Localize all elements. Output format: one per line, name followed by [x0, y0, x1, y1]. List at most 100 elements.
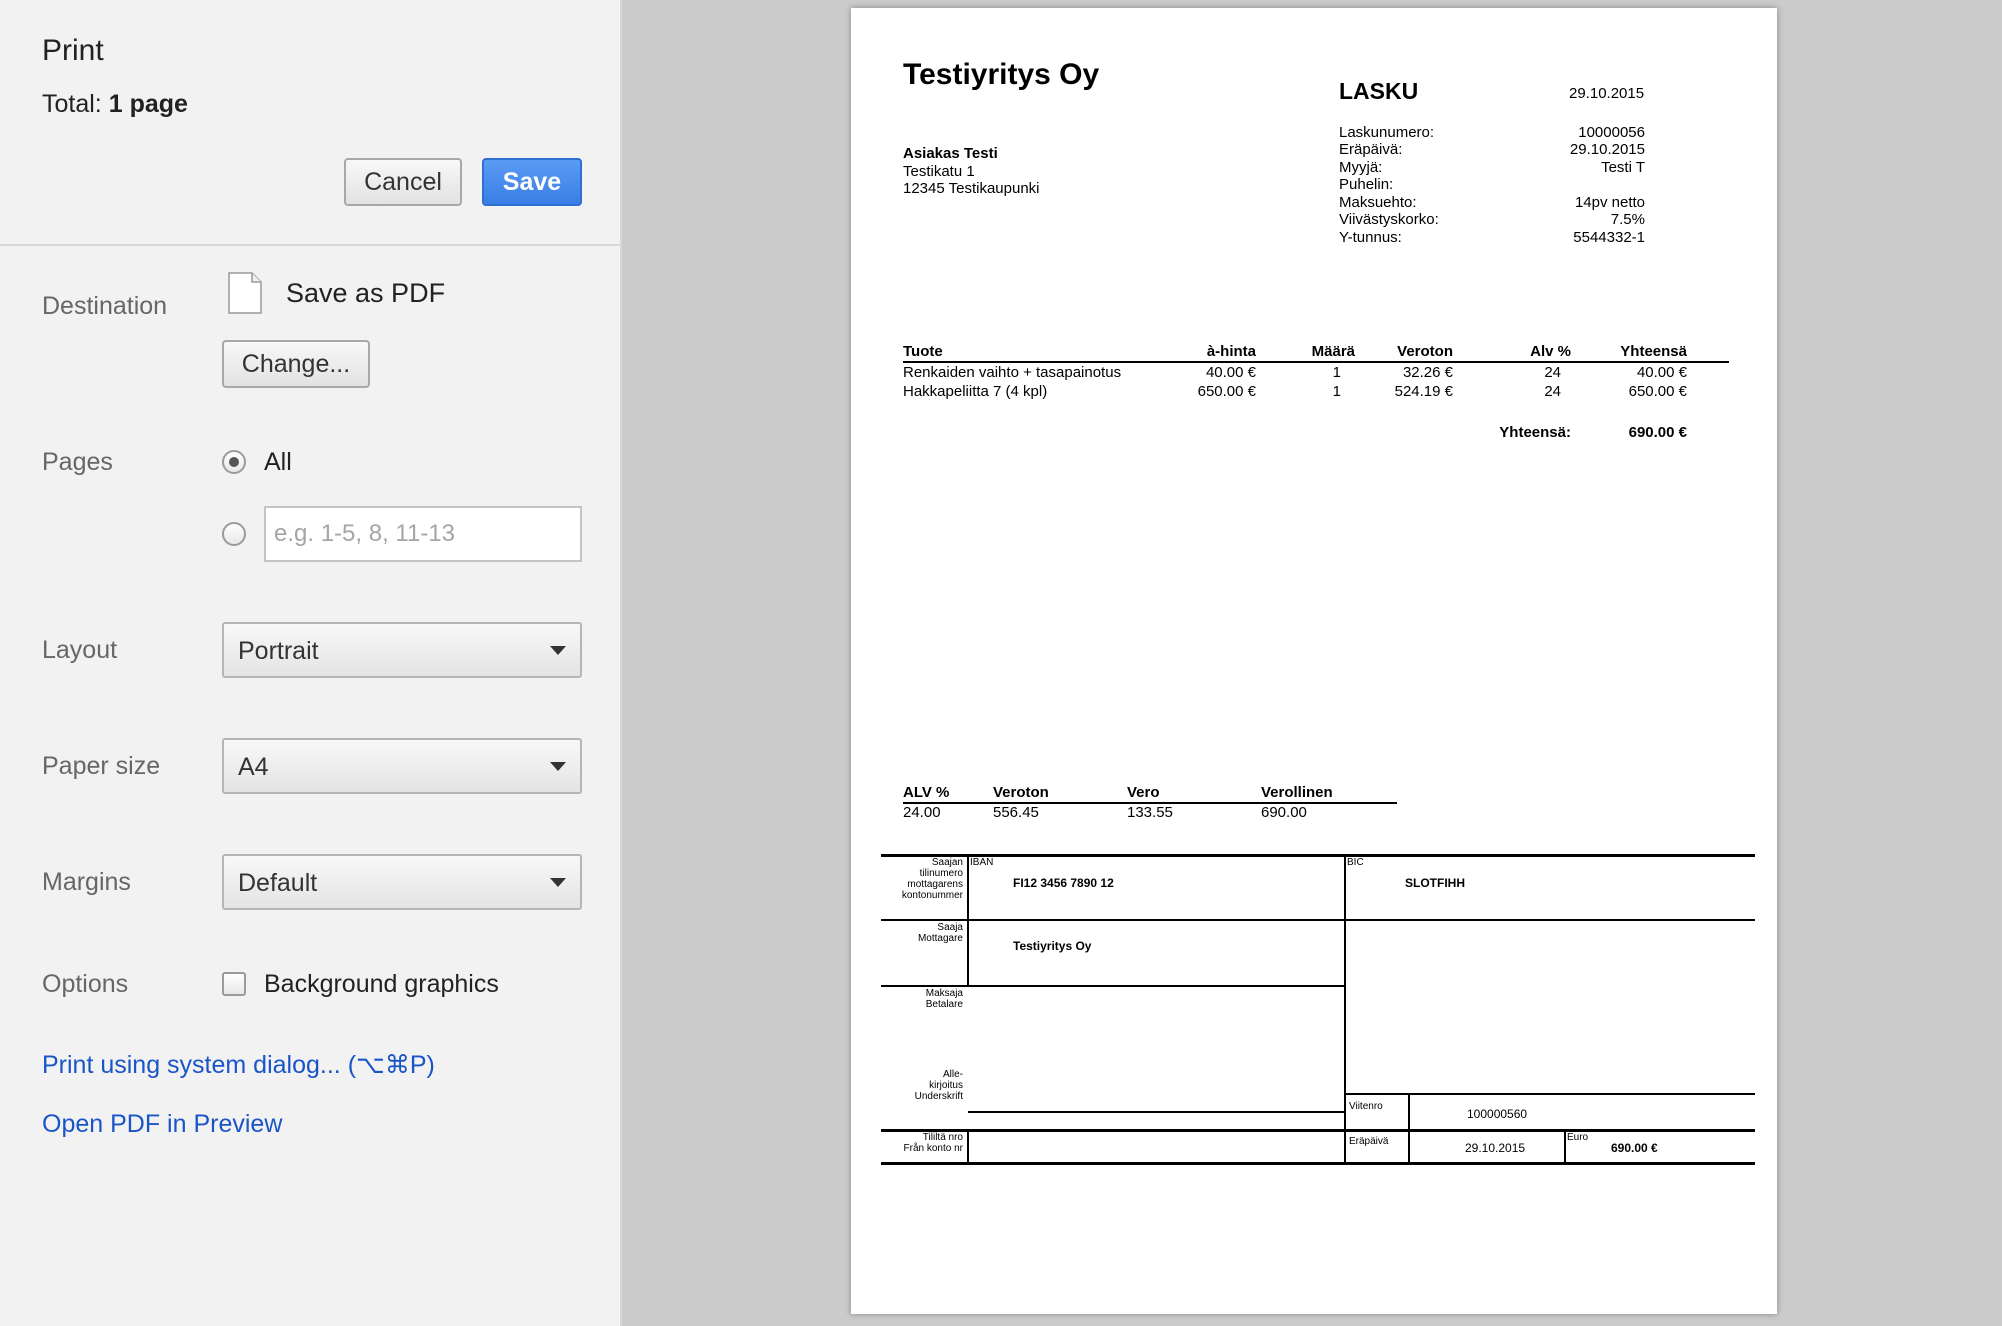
layout-select[interactable]: Portrait: [222, 622, 582, 678]
layout-value: Portrait: [238, 637, 319, 665]
paper-size-label: Paper size: [42, 752, 161, 780]
slip-line: [967, 854, 969, 987]
column-header: à-hinta: [1206, 343, 1256, 360]
pages-all-label[interactable]: All: [264, 448, 292, 477]
slip-label: Saaja: [937, 922, 963, 933]
open-pdf-preview-link[interactable]: Open PDF in Preview: [42, 1110, 282, 1139]
slip-label: kontonummer: [901, 890, 963, 901]
vat-cell: 556.45: [993, 804, 1039, 821]
customer-street: Testikatu 1: [903, 163, 975, 180]
total-value: 1 page: [108, 90, 188, 118]
info-value: 5544332-1: [1573, 229, 1645, 246]
print-header: Print Total: 1 page Cancel Save: [0, 0, 620, 246]
print-title: Print: [42, 34, 104, 67]
vat-column-header: Vero: [1127, 784, 1160, 801]
column-header: Tuote: [903, 343, 943, 360]
column-header: Alv %: [1530, 343, 1571, 360]
info-value: 10000056: [1578, 124, 1645, 141]
slip-label: Maksaja: [925, 988, 963, 999]
table-cell: 650.00 €: [1197, 383, 1256, 400]
slip-line: [1564, 1129, 1566, 1163]
system-dialog-link[interactable]: Print using system dialog... (⌥⌘P): [42, 1050, 435, 1080]
table-cell: 1: [1332, 364, 1341, 381]
table-cell: 24: [1544, 383, 1561, 400]
background-graphics-checkbox[interactable]: [222, 972, 246, 996]
slip-line: [1408, 1093, 1410, 1163]
customer-city: 12345 Testikaupunki: [903, 180, 1040, 197]
margins-label: Margins: [42, 868, 131, 896]
table-cell: Hakkapeliitta 7 (4 kpl): [903, 383, 1048, 400]
invoice-title: LASKU: [1339, 78, 1419, 104]
print-preview-page[interactable]: Testiyritys Oy LASKU 29.10.2015 Asiakas …: [851, 8, 1777, 1314]
slip-label: Alle-: [942, 1069, 963, 1080]
total-pages: Total: 1 page: [42, 90, 188, 119]
column-header: Määrä: [1311, 343, 1355, 360]
slip-line: [1344, 854, 1346, 1163]
pages-range-input[interactable]: [264, 506, 582, 562]
table-cell: 1: [1332, 383, 1341, 400]
slip-label: Från konto nr: [903, 1143, 963, 1154]
info-label: Viivästyskorko:: [1339, 211, 1439, 228]
info-label: Y-tunnus:: [1339, 229, 1402, 246]
info-value: 14pv netto: [1574, 194, 1645, 211]
info-value: 7.5%: [1610, 211, 1645, 228]
table-header-divider: [903, 361, 1729, 363]
info-label: Puhelin:: [1339, 176, 1394, 193]
pages-label: Pages: [42, 448, 113, 476]
table-cell: Renkaiden vaihto + tasapainotus: [903, 364, 1122, 381]
column-header: Veroton: [1397, 343, 1453, 360]
info-label: Maksuehto:: [1339, 194, 1417, 211]
table-cell: 40.00 €: [1636, 364, 1687, 381]
slip-line: [967, 1129, 969, 1163]
total-label: Total:: [42, 90, 102, 118]
due-date-label: Eräpäivä: [1349, 1136, 1389, 1147]
info-label: Laskunumero:: [1339, 124, 1435, 141]
document-icon: [228, 272, 262, 314]
paper-size-select[interactable]: A4: [222, 738, 582, 794]
chevron-down-icon: [550, 762, 566, 771]
margins-value: Default: [238, 869, 318, 897]
print-settings-panel: Print Total: 1 page Cancel Save Destinat…: [0, 0, 622, 1326]
bic-label: BIC: [1347, 857, 1364, 868]
company-name: Testiyritys Oy: [903, 58, 1100, 91]
pages-custom-radio[interactable]: [222, 522, 246, 546]
reference-label: Viitenro: [1349, 1101, 1383, 1112]
slip-label: Mottagare: [917, 933, 963, 944]
chevron-down-icon: [550, 646, 566, 655]
table-cell: 650.00 €: [1628, 383, 1687, 400]
vat-cell: 24.00: [903, 804, 941, 821]
slip-line: [881, 985, 1345, 987]
customer-name: Asiakas Testi: [903, 145, 998, 162]
background-graphics-label[interactable]: Background graphics: [264, 970, 499, 999]
reference-value: 100000560: [1467, 1107, 1528, 1121]
slip-label: Betalare: [925, 999, 963, 1010]
table-cell: 32.26 €: [1402, 364, 1453, 381]
vat-cell: 690.00: [1261, 804, 1307, 821]
cancel-button[interactable]: Cancel: [344, 158, 462, 206]
paper-size-value: A4: [238, 753, 269, 781]
slip-label: Tililtä nro: [922, 1132, 963, 1143]
slip-line: [881, 919, 1755, 921]
chevron-down-icon: [550, 878, 566, 887]
slip-label: Underskrift: [914, 1091, 963, 1102]
recipient-value: Testiyritys Oy: [1013, 939, 1092, 953]
iban-label: IBAN: [970, 857, 994, 868]
invoice-date: 29.10.2015: [1569, 85, 1645, 102]
table-cell: 24: [1544, 364, 1561, 381]
margins-select[interactable]: Default: [222, 854, 582, 910]
vat-column-header: Verollinen: [1261, 784, 1333, 801]
table-cell: 40.00 €: [1205, 364, 1256, 381]
vat-column-header: Veroton: [993, 784, 1049, 801]
vat-column-header: ALV %: [903, 784, 950, 801]
change-destination-button[interactable]: Change...: [222, 340, 370, 388]
euro-label: Euro: [1567, 1132, 1589, 1143]
info-value: 29.10.2015: [1569, 141, 1645, 158]
slip-label: mottagarens: [907, 879, 963, 890]
save-button[interactable]: Save: [482, 158, 582, 206]
layout-label: Layout: [42, 636, 118, 664]
pages-all-radio[interactable]: [222, 450, 246, 474]
slip-label: tilinumero: [919, 868, 963, 879]
bic-value: SLOTFIHH: [1405, 876, 1465, 890]
info-value: Testi T: [1601, 159, 1645, 176]
slip-line: [968, 1111, 1345, 1113]
